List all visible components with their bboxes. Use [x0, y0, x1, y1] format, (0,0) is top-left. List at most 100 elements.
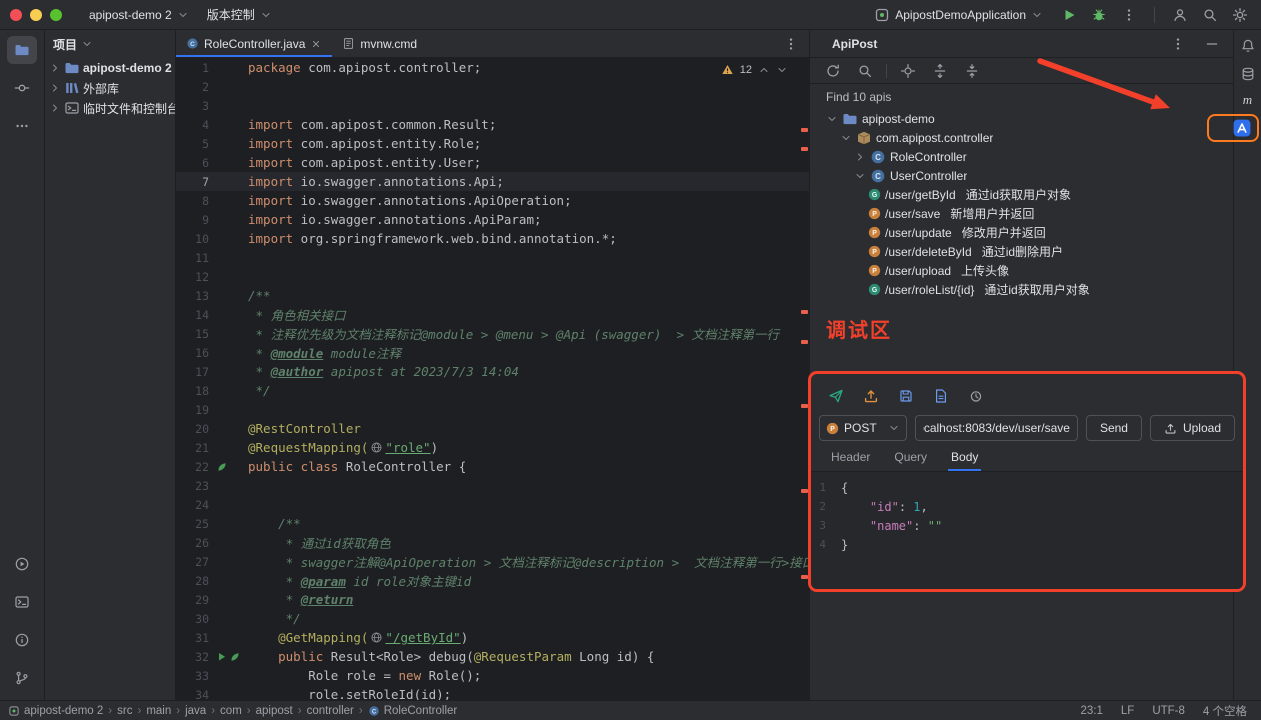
tab-query[interactable]: Query	[882, 445, 939, 471]
code-line[interactable]: 10import org.springframework.web.bind.an…	[176, 229, 809, 248]
run-gutter-icon[interactable]	[216, 651, 228, 663]
warning-stripe-mark[interactable]	[801, 489, 808, 493]
more-tool-windows-button[interactable]	[7, 112, 37, 140]
code-line[interactable]: 8import io.swagger.annotations.ApiOperat…	[176, 191, 809, 210]
window-zoom-button[interactable]	[50, 9, 62, 21]
code-line[interactable]: 9import io.swagger.annotations.ApiParam;	[176, 210, 809, 229]
code-line[interactable]: 25 /**	[176, 514, 809, 533]
problems-tool-button[interactable]	[7, 626, 37, 654]
project-panel-header[interactable]: 项目	[45, 30, 175, 58]
debug-button[interactable]	[1088, 4, 1110, 26]
code-line[interactable]: 1package com.apipost.controller;	[176, 58, 809, 77]
panel-options-button[interactable]	[1167, 33, 1189, 55]
settings-button[interactable]	[1229, 4, 1251, 26]
code-line[interactable]: 33 Role role = new Role();	[176, 666, 809, 685]
save-request-button[interactable]	[895, 385, 917, 407]
notifications-button[interactable]	[1240, 38, 1256, 54]
send-button[interactable]: Send	[1086, 415, 1142, 441]
warning-stripe-mark[interactable]	[801, 147, 808, 151]
close-icon[interactable]	[310, 38, 322, 50]
api-endpoint-item[interactable]: P/user/deleteById通过id删除用户	[810, 242, 1233, 261]
code-line[interactable]: 15 * 注释优先级为文档注释标记@module > @menu > @Api …	[176, 324, 809, 343]
next-warning-icon[interactable]	[776, 64, 788, 76]
code-line[interactable]: 30 */	[176, 609, 809, 628]
refresh-apis-button[interactable]	[822, 60, 844, 82]
body-line[interactable]: 3 "name": ""	[811, 516, 1243, 535]
caret-position-widget[interactable]: 23:1	[1081, 705, 1103, 717]
api-tree-node[interactable]: CUserController	[810, 166, 1233, 185]
body-line[interactable]: 1{	[811, 478, 1243, 497]
method-select[interactable]: P POST	[819, 415, 907, 441]
warning-stripe-mark[interactable]	[801, 404, 808, 408]
api-endpoint-item[interactable]: P/user/upload上传头像	[810, 261, 1233, 280]
editor-tab[interactable]: mvnw.cmd	[332, 30, 427, 57]
breadcrumb-item[interactable]: controller	[307, 705, 354, 717]
code-line[interactable]: 2	[176, 77, 809, 96]
code-line[interactable]: 27 * swagger注解@ApiOperation > 文档注释标记@des…	[176, 552, 809, 571]
breadcrumb-item[interactable]: apipost-demo 2	[8, 705, 103, 717]
code-line[interactable]: 34 role.setRoleId(id);	[176, 685, 809, 700]
url-input[interactable]: localhost:8083/dev/user/save	[915, 415, 1078, 441]
expand-all-button[interactable]	[929, 60, 951, 82]
breadcrumb-item[interactable]: main	[146, 705, 171, 717]
editor-tab[interactable]: CRoleController.java	[176, 30, 332, 57]
apipost-tool-button[interactable]	[1230, 116, 1254, 140]
breadcrumb-item[interactable]: java	[185, 705, 206, 717]
mapping-inlay-icon[interactable]	[370, 631, 383, 644]
search-apis-button[interactable]	[854, 60, 876, 82]
breadcrumb-item[interactable]: com	[220, 705, 242, 717]
breadcrumb-item[interactable]: src	[117, 705, 132, 717]
indent-widget[interactable]: 4 个空格	[1203, 703, 1247, 719]
code-line[interactable]: 22public class RoleController {	[176, 457, 809, 476]
api-endpoint-item[interactable]: P/user/update修改用户并返回	[810, 223, 1233, 242]
code-line[interactable]: 12	[176, 267, 809, 286]
api-endpoint-item[interactable]: G/user/getById通过id获取用户对象	[810, 185, 1233, 204]
encoding-widget[interactable]: UTF-8	[1152, 705, 1185, 717]
code-line[interactable]: 24	[176, 495, 809, 514]
history-button[interactable]	[965, 385, 987, 407]
database-tool-button[interactable]	[1240, 66, 1256, 82]
code-line[interactable]: 5import com.apipost.entity.Role;	[176, 134, 809, 153]
vcs-widget[interactable]: 版本控制	[200, 3, 279, 26]
api-endpoint-item[interactable]: P/user/save新增用户并返回	[810, 204, 1233, 223]
chevron-down-icon[interactable]	[854, 170, 866, 182]
code-line[interactable]: 16 * @module module注释	[176, 343, 809, 362]
run-tool-button[interactable]	[7, 550, 37, 578]
chevron-right-icon[interactable]	[49, 82, 61, 94]
tab-header[interactable]: Header	[819, 445, 882, 471]
send-quick-button[interactable]	[825, 385, 847, 407]
code-line[interactable]: 17 * @author apipost at 2023/7/3 14:04	[176, 362, 809, 381]
code-line[interactable]: 13/**	[176, 286, 809, 305]
spring-bean-icon[interactable]	[229, 651, 241, 663]
api-tree-node[interactable]: apipost-demo	[810, 109, 1233, 128]
code-line[interactable]: 19	[176, 400, 809, 419]
code-line[interactable]: 23	[176, 476, 809, 495]
chevron-down-icon[interactable]	[840, 132, 852, 144]
locate-api-button[interactable]	[897, 60, 919, 82]
code-line[interactable]: 28 * @param id role对象主键id	[176, 571, 809, 590]
code-line[interactable]: 4import com.apipost.common.Result;	[176, 115, 809, 134]
user-account-button[interactable]	[1169, 4, 1191, 26]
warning-stripe-mark[interactable]	[801, 340, 808, 344]
warning-stripe-mark[interactable]	[801, 128, 808, 132]
code-line[interactable]: 29 * @return	[176, 590, 809, 609]
body-line[interactable]: 4}	[811, 535, 1243, 554]
commit-tool-button[interactable]	[7, 74, 37, 102]
upload-quick-button[interactable]	[860, 385, 882, 407]
git-tool-button[interactable]	[7, 664, 37, 692]
code-line[interactable]: 32 public Result<Role> debug(@RequestPar…	[176, 647, 809, 666]
code-line[interactable]: 21@RequestMapping("role")	[176, 438, 809, 457]
inspections-widget[interactable]: 12	[716, 61, 793, 78]
chevron-right-icon[interactable]	[49, 102, 61, 114]
window-minimize-button[interactable]	[30, 9, 42, 21]
code-line[interactable]: 20@RestController	[176, 419, 809, 438]
chevron-down-icon[interactable]	[826, 113, 838, 125]
body-line[interactable]: 2 "id": 1,	[811, 497, 1243, 516]
body-editor[interactable]: 1{2 "id": 1,3 "name": ""4}	[811, 471, 1243, 589]
chevron-right-icon[interactable]	[854, 151, 866, 163]
warning-stripe-mark[interactable]	[801, 575, 808, 579]
chevron-right-icon[interactable]	[49, 62, 61, 74]
editor[interactable]: 1package com.apipost.controller; 23 4impor…	[176, 58, 809, 700]
maven-tool-button[interactable]: m	[1243, 92, 1252, 108]
spring-bean-icon[interactable]	[216, 461, 228, 473]
